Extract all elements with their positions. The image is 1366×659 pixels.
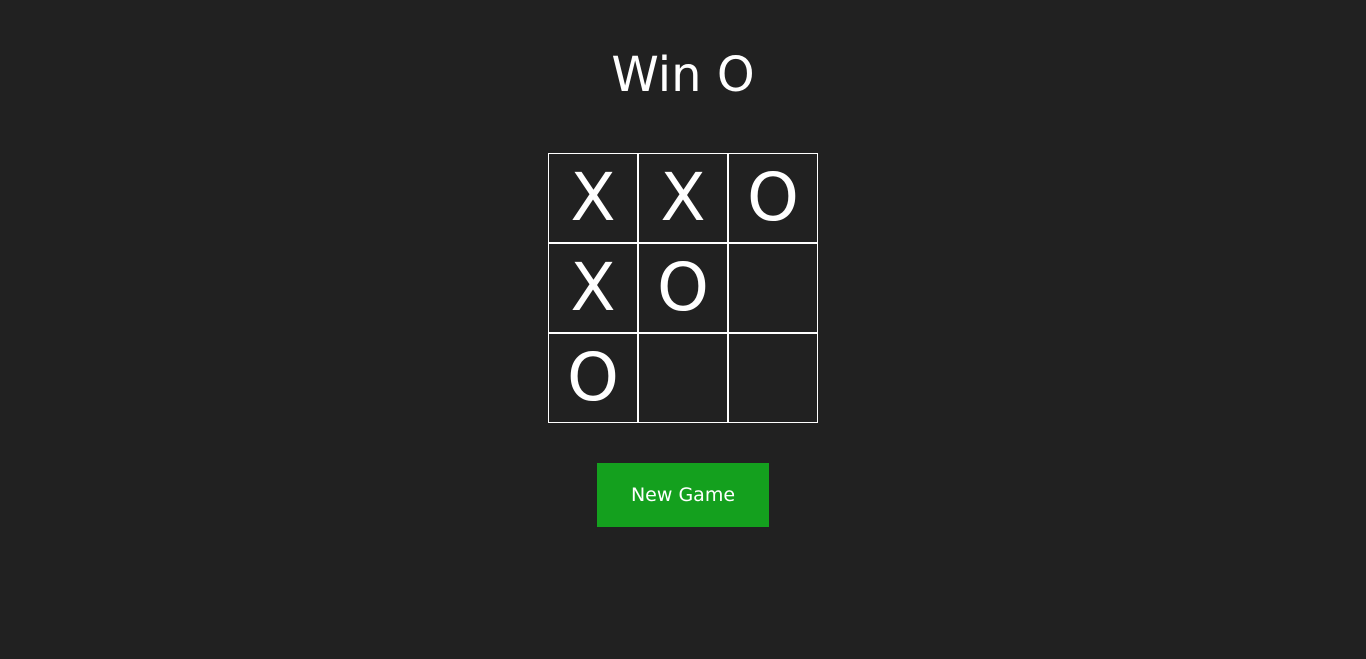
game-status-heading: Win O <box>611 47 755 103</box>
board-cell-r3c1[interactable]: O <box>548 333 638 423</box>
board-cell-r3c2[interactable] <box>638 333 728 423</box>
board-cell-r2c3[interactable] <box>728 243 818 333</box>
board-cell-r3c3[interactable] <box>728 333 818 423</box>
board-cell-r2c2[interactable]: O <box>638 243 728 333</box>
board-cell-r1c3[interactable]: O <box>728 153 818 243</box>
new-game-button[interactable]: New Game <box>597 463 769 527</box>
board-cell-r1c2[interactable]: X <box>638 153 728 243</box>
game-page: Win O X X O X O O New Game <box>0 0 1366 659</box>
board-cell-r1c1[interactable]: X <box>548 153 638 243</box>
board-cell-r2c1[interactable]: X <box>548 243 638 333</box>
tic-tac-toe-board: X X O X O O <box>548 153 818 423</box>
